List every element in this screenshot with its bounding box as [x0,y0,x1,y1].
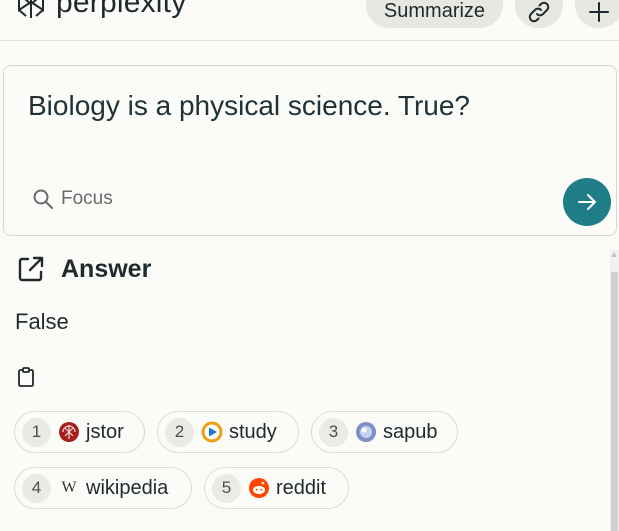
source-label: reddit [276,476,327,499]
sapub-icon [355,421,377,443]
answer-header: Answer [16,254,151,284]
summarize-label: Summarize [383,0,486,22]
new-thread-button[interactable] [575,0,619,28]
scrollbar[interactable] [610,250,619,531]
perplexity-logo[interactable]: perplexity [14,0,186,20]
copy-link-button[interactable] [515,0,563,28]
scrollbar-thumb[interactable] [611,272,618,531]
link-icon [528,1,550,23]
answer-text: False [15,309,69,334]
logo-wordmark: perplexity [56,0,187,19]
plus-icon [589,2,609,22]
source-label: study [229,420,277,443]
external-link-icon[interactable] [16,254,46,284]
source-chip-wikipedia[interactable]: 4 W wikipedia [14,467,192,509]
focus-label: Focus [61,188,113,209]
source-chip-jstor[interactable]: 1 jstor [14,411,145,453]
source-label: jstor [86,420,124,443]
reddit-icon [248,477,270,499]
source-chip-reddit[interactable]: 5 reddit [204,467,349,509]
source-label: wikipedia [86,476,169,499]
jstor-icon [58,421,80,443]
source-chip-study[interactable]: 2 study [157,411,299,453]
arrow-right-icon [578,194,596,210]
source-label: sapub [383,420,438,443]
query-text[interactable]: Biology is a physical science. True? [28,90,470,122]
source-number: 5 [212,473,241,503]
clipboard-icon [18,367,34,387]
focus-button[interactable]: Focus [32,188,113,210]
source-chip-sapub[interactable]: 3 sapub [311,411,458,453]
source-number: 3 [319,417,348,447]
top-bar: perplexity Summarize [0,0,619,41]
copy-button[interactable] [16,366,36,393]
search-icon [33,189,53,209]
source-number: 4 [22,473,51,503]
wikipedia-icon: W [58,477,80,499]
answer-title: Answer [61,254,152,283]
submit-button[interactable] [563,178,611,226]
source-number: 2 [165,417,194,447]
query-card: Biology is a physical science. True? Foc… [3,65,617,236]
source-number: 1 [22,417,51,447]
study-icon [201,421,223,443]
summarize-button[interactable]: Summarize [366,0,503,28]
perplexity-logo-icon [18,0,44,18]
scroll-up-arrow-icon[interactable] [611,252,617,257]
wikipedia-icon-letter: W [61,479,77,496]
